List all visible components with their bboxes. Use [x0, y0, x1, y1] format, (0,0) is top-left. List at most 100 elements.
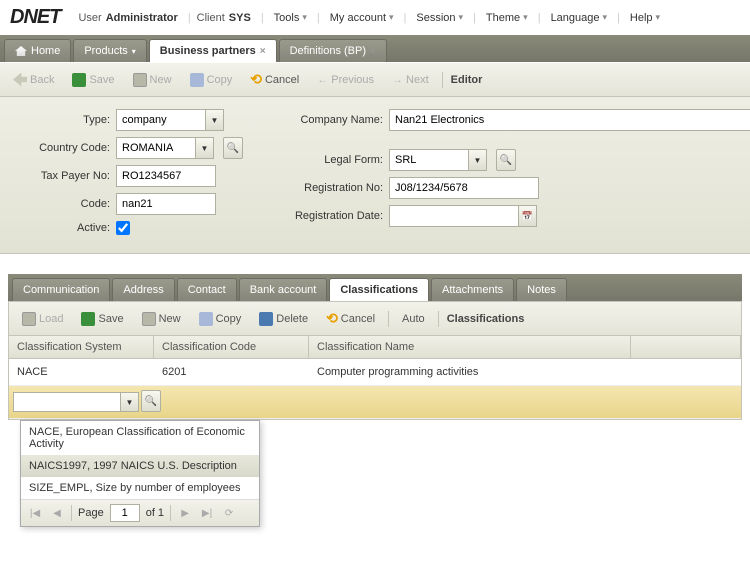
- main-toolbar: Back Save New Copy Cancel Previous Next …: [0, 62, 750, 97]
- tab-business-partners[interactable]: Business partners×: [149, 39, 277, 62]
- pager-first-button[interactable]: |◀: [27, 505, 43, 521]
- user-value: Administrator: [106, 12, 178, 24]
- close-icon[interactable]: ×: [260, 46, 266, 57]
- sub-save-button[interactable]: Save: [76, 309, 128, 329]
- classifications-grid: Classification System Classification Cod…: [8, 336, 742, 420]
- country-input[interactable]: [116, 137, 196, 159]
- sub-copy-button[interactable]: Copy: [194, 309, 247, 329]
- save-icon: [72, 73, 86, 87]
- company-name-input[interactable]: [389, 109, 750, 131]
- page-of-label: of 1: [146, 507, 164, 519]
- type-input[interactable]: [116, 109, 206, 131]
- country-label: Country Code:: [20, 142, 110, 154]
- subtab-attachments[interactable]: Attachments: [431, 278, 514, 301]
- system-editor-dropdown-button[interactable]: ▼: [121, 392, 139, 412]
- save-button[interactable]: Save: [67, 70, 119, 90]
- subtab-classifications[interactable]: Classifications: [329, 278, 429, 301]
- previous-button[interactable]: Previous: [312, 71, 379, 89]
- subtab-communication[interactable]: Communication: [12, 278, 110, 301]
- country-dropdown-button[interactable]: ▼: [196, 137, 214, 159]
- country-lookup-button[interactable]: [223, 137, 243, 159]
- close-icon[interactable]: ×: [370, 46, 376, 57]
- legal-lookup-button[interactable]: [496, 149, 516, 171]
- menu-tools[interactable]: Tools: [270, 10, 311, 26]
- reg-date-input[interactable]: [389, 205, 519, 227]
- company-name-label: Company Name:: [273, 114, 383, 126]
- col-name[interactable]: Classification Name: [309, 336, 631, 358]
- auto-button[interactable]: Auto: [397, 310, 430, 328]
- tab-definitions-bp[interactable]: Definitions (BP)×: [279, 39, 387, 62]
- menu-theme[interactable]: Theme: [482, 10, 532, 26]
- subtab-contact[interactable]: Contact: [177, 278, 237, 301]
- col-code[interactable]: Classification Code: [154, 336, 309, 358]
- type-dropdown-button[interactable]: ▼: [206, 109, 224, 131]
- code-label: Code:: [20, 198, 110, 210]
- code-input[interactable]: [116, 193, 216, 215]
- tax-label: Tax Payer No:: [20, 170, 110, 182]
- top-menu: User Administrator | Client SYS | Tools …: [78, 10, 664, 26]
- arrow-left-icon: [317, 74, 328, 86]
- sub-cancel-button[interactable]: Cancel: [321, 307, 380, 330]
- load-button[interactable]: Load: [17, 309, 68, 329]
- brand-logo: DNET: [10, 6, 60, 29]
- menu-session[interactable]: Session: [412, 10, 467, 26]
- subtab-notes[interactable]: Notes: [516, 278, 567, 301]
- page-input[interactable]: [110, 504, 140, 522]
- cancel-icon: [250, 71, 262, 88]
- delete-icon: [259, 312, 273, 326]
- new-button[interactable]: New: [128, 70, 177, 90]
- sub-new-button[interactable]: New: [137, 309, 186, 329]
- subtab-address[interactable]: Address: [112, 278, 174, 301]
- tax-input[interactable]: [116, 165, 216, 187]
- table-row-editing[interactable]: ▼: [9, 386, 741, 419]
- reg-no-label: Registration No:: [273, 182, 383, 194]
- back-icon: [13, 73, 27, 87]
- dropdown-item-size-empl[interactable]: SIZE_EMPL, Size by number of employees: [21, 477, 259, 499]
- reg-no-input[interactable]: [389, 177, 539, 199]
- cancel-button[interactable]: Cancel: [245, 68, 304, 91]
- dropdown-item-naics[interactable]: NAICS1997, 1997 NAICS U.S. Description: [21, 455, 259, 477]
- pager-prev-button[interactable]: ◀: [49, 505, 65, 521]
- subtab-bank-account[interactable]: Bank account: [239, 278, 328, 301]
- pager-next-button[interactable]: ▶: [177, 505, 193, 521]
- menu-help[interactable]: Help: [626, 10, 664, 26]
- pager-last-button[interactable]: ▶|: [199, 505, 215, 521]
- menu-my-account[interactable]: My account: [326, 10, 398, 26]
- system-editor-lookup-button[interactable]: [141, 390, 161, 412]
- copy-icon: [190, 73, 204, 87]
- tab-home[interactable]: Home: [4, 39, 71, 62]
- legal-form-label: Legal Form:: [273, 154, 383, 166]
- user-label: User: [78, 12, 101, 24]
- next-button[interactable]: Next: [387, 71, 434, 89]
- topbar: DNET User Administrator | Client SYS | T…: [0, 0, 750, 35]
- editor-form: Type: ▼ Country Code: ▼ Tax Payer No: Co…: [0, 97, 750, 254]
- cell-code: 6201: [154, 363, 309, 381]
- legal-form-input[interactable]: [389, 149, 469, 171]
- back-button[interactable]: Back: [8, 70, 59, 90]
- col-system[interactable]: Classification System: [9, 336, 154, 358]
- copy-button[interactable]: Copy: [185, 70, 238, 90]
- type-label: Type:: [20, 114, 110, 126]
- sub-toolbar: Load Save New Copy Delete Cancel Auto Cl…: [8, 301, 742, 336]
- reg-date-label: Registration Date:: [273, 210, 383, 222]
- dropdown-item-nace[interactable]: NACE, European Classification of Economi…: [21, 421, 259, 455]
- calendar-icon[interactable]: [519, 205, 537, 227]
- menu-language[interactable]: Language: [547, 10, 611, 26]
- client-label: Client: [197, 12, 225, 24]
- active-checkbox[interactable]: [116, 221, 130, 235]
- pager-refresh-button[interactable]: ⟳: [221, 505, 237, 521]
- legal-dropdown-button[interactable]: ▼: [469, 149, 487, 171]
- chevron-down-icon: [132, 45, 136, 57]
- sub-tabbar: Communication Address Contact Bank accou…: [8, 274, 742, 301]
- cell-system: NACE: [9, 363, 154, 381]
- save-icon: [81, 312, 95, 326]
- load-icon: [22, 312, 36, 326]
- grid-header: Classification System Classification Cod…: [9, 336, 741, 359]
- cancel-icon: [326, 310, 338, 327]
- tab-products[interactable]: Products: [73, 39, 146, 62]
- table-row[interactable]: NACE 6201 Computer programming activitie…: [9, 359, 741, 386]
- client-value: SYS: [229, 12, 251, 24]
- new-icon: [142, 312, 156, 326]
- system-editor-input[interactable]: [13, 392, 121, 412]
- delete-button[interactable]: Delete: [254, 309, 313, 329]
